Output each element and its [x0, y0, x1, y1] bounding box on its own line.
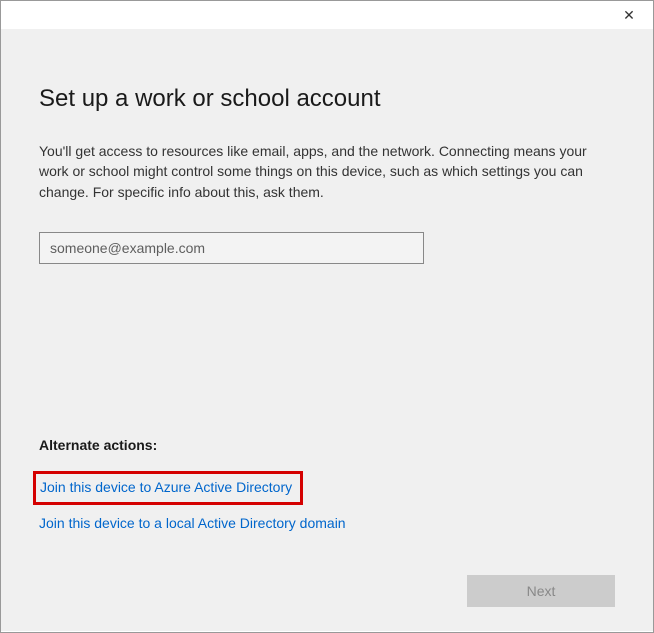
- footer: Next: [39, 575, 615, 607]
- join-azure-ad-link[interactable]: Join this device to Azure Active Directo…: [40, 479, 292, 495]
- close-icon: ✕: [623, 7, 635, 24]
- page-title: Set up a work or school account: [39, 85, 615, 113]
- join-local-ad-link[interactable]: Join this device to a local Active Direc…: [39, 515, 346, 531]
- next-button[interactable]: Next: [467, 575, 615, 607]
- description-text: You'll get access to resources like emai…: [39, 141, 599, 202]
- link-row-local: Join this device to a local Active Direc…: [39, 515, 615, 533]
- link-row-azure: Join this device to Azure Active Directo…: [39, 471, 615, 505]
- titlebar: ✕: [1, 1, 653, 29]
- spacer: [39, 264, 615, 437]
- alternate-actions-heading: Alternate actions:: [39, 437, 615, 453]
- dialog-window: ✕ Set up a work or school account You'll…: [0, 0, 654, 633]
- content-area: Set up a work or school account You'll g…: [1, 29, 653, 631]
- email-field[interactable]: [39, 232, 424, 264]
- highlight-annotation: Join this device to Azure Active Directo…: [33, 471, 303, 505]
- close-button[interactable]: ✕: [617, 3, 641, 27]
